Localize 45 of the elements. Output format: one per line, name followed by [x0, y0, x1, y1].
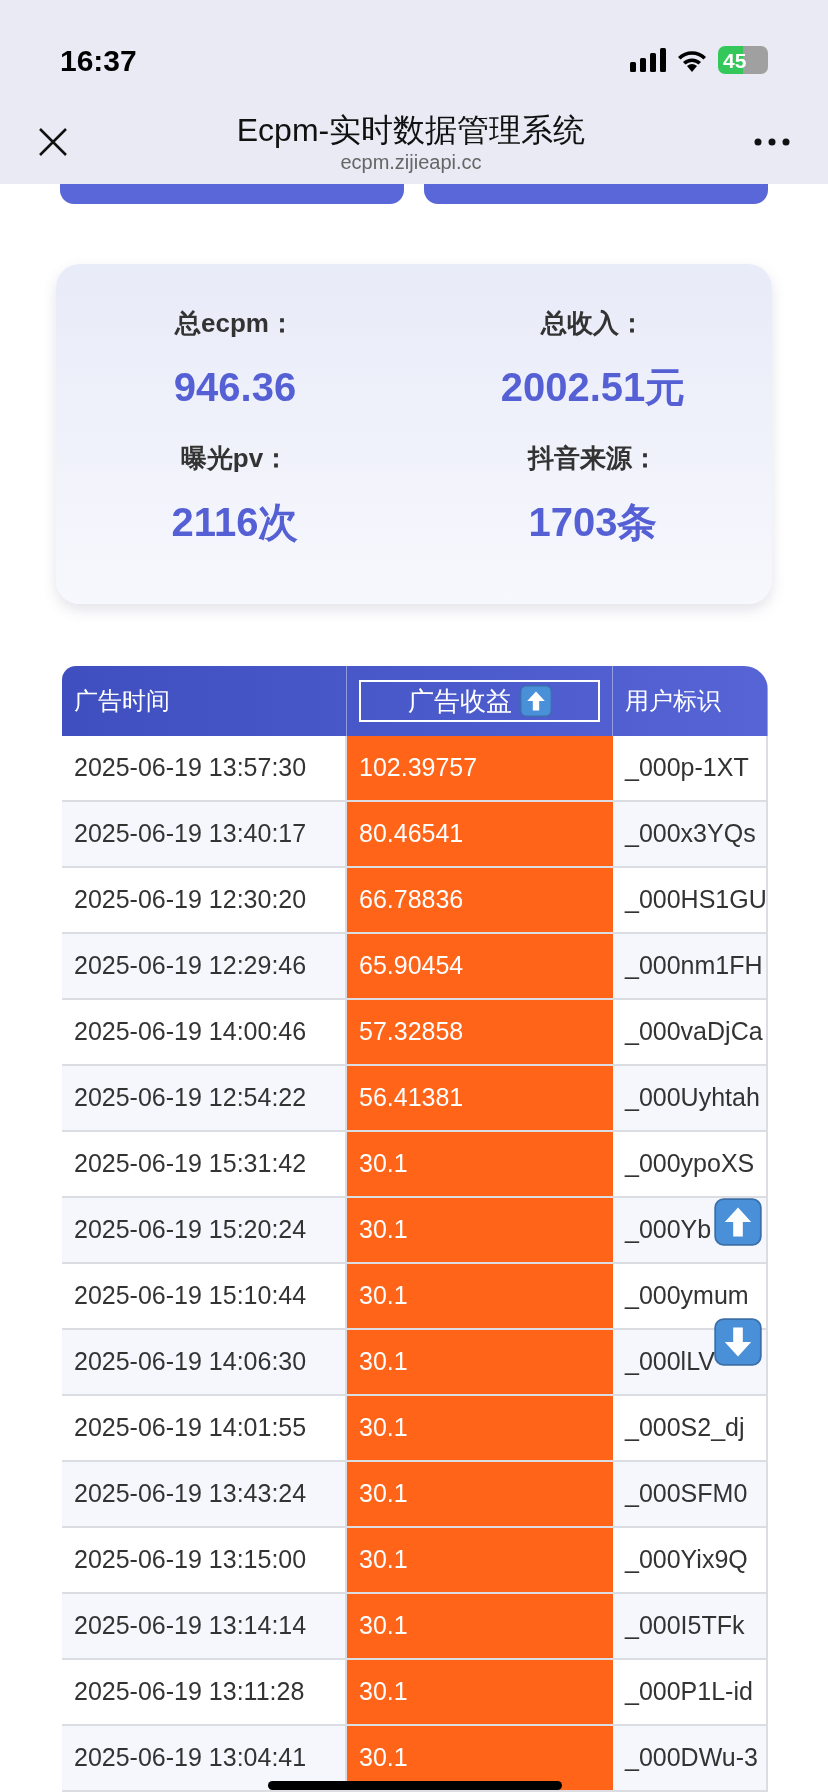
table-cell: 30.1: [347, 1198, 613, 1262]
page-title: Ecpm-实时数据管理系统: [236, 111, 586, 150]
table-cell: _000S2_dj: [613, 1396, 768, 1460]
table-cell: _000P1L-id: [613, 1660, 768, 1724]
stat-label: 抖音来源：: [528, 442, 658, 475]
table-cell: 30.1: [347, 1594, 613, 1658]
table-cell: _000x3YQs: [613, 802, 768, 866]
table-cell: _000p-1XT: [613, 736, 768, 800]
signal-icon: [630, 48, 666, 72]
table-cell: _000HS1GU: [613, 868, 768, 932]
table-cell: _000nm1FH: [613, 934, 768, 998]
status-time: 16:37: [60, 42, 137, 79]
table-cell: 30.1: [347, 1660, 613, 1724]
table-cell: _000vaDjCa: [613, 1000, 768, 1064]
table-cell: 30.1: [347, 1396, 613, 1460]
stat-label: 总收入：: [541, 307, 645, 340]
stat-label: 曝光pv：: [180, 442, 290, 475]
table-cell: 66.78836: [347, 868, 613, 932]
table-cell: _000I5TFk: [613, 1594, 768, 1658]
stat-label: 总ecpm：: [175, 307, 295, 340]
table-cell: _000Uyhtah: [613, 1066, 768, 1130]
table-cell: 30.1: [347, 1264, 613, 1328]
more-icon[interactable]: [754, 138, 790, 146]
table-cell: 30.1: [347, 1462, 613, 1526]
table-cell: 30.1: [347, 1330, 613, 1394]
table-cell: 57.32858: [347, 1000, 613, 1064]
stat-value: 2002.51元: [500, 364, 686, 411]
table-cell: 56.41381: [347, 1066, 613, 1130]
table-cell: 30.1: [347, 1528, 613, 1592]
stat-value: 1703条: [528, 499, 658, 546]
stat-value: 946.36: [173, 364, 297, 411]
table-cell: 30.1: [347, 1132, 613, 1196]
battery-indicator: 45: [718, 46, 768, 74]
page-url: ecpm.zijieapi.cc: [340, 150, 482, 174]
wifi-icon: [676, 48, 708, 72]
table-cell: _000SFM0: [613, 1462, 768, 1526]
close-icon[interactable]: [38, 127, 68, 157]
stat-value: 2116次: [171, 499, 299, 546]
table-cell: 80.46541: [347, 802, 613, 866]
table-cell: _000DWu-3: [613, 1726, 768, 1790]
table-cell: _000Yix9Q: [613, 1528, 768, 1592]
sort-header[interactable]: 广告收益: [359, 680, 600, 722]
table-cell: 65.90454: [347, 934, 613, 998]
table-cell: 102.39757: [347, 736, 613, 800]
table-cell: _000ypoXS: [613, 1132, 768, 1196]
